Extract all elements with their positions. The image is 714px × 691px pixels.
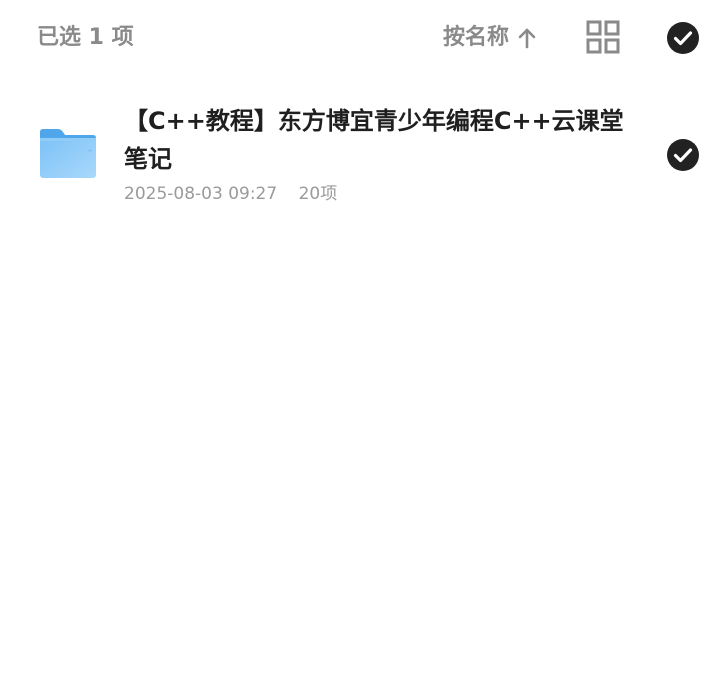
selection-toolbar: 已选 1 项 按名称 [0, 0, 714, 76]
selected-count-label: 已选 1 项 [37, 25, 134, 50]
select-all-check-icon[interactable] [666, 21, 700, 55]
file-item-count: 20项 [298, 184, 338, 204]
file-date: 2025-08-03 09:27 [124, 184, 278, 204]
grid-view-icon[interactable] [586, 20, 620, 54]
folder-icon: ≈ [40, 129, 96, 178]
file-meta: 2025-08-03 09:27 20项 [124, 182, 337, 206]
arrow-up-icon [518, 28, 536, 49]
svg-text:≈: ≈ [88, 148, 92, 154]
sort-by-name-button[interactable]: 按名称 [443, 22, 537, 54]
file-list-item[interactable]: ≈ 【C++教程】东方博宜青少年编程C++云课堂笔记 2025-08-03 09… [0, 96, 714, 218]
sort-label: 按名称 [443, 25, 510, 50]
row-selected-check-icon[interactable] [666, 138, 700, 172]
file-name: 【C++教程】东方博宜青少年编程C++云课堂笔记 [124, 107, 624, 173]
